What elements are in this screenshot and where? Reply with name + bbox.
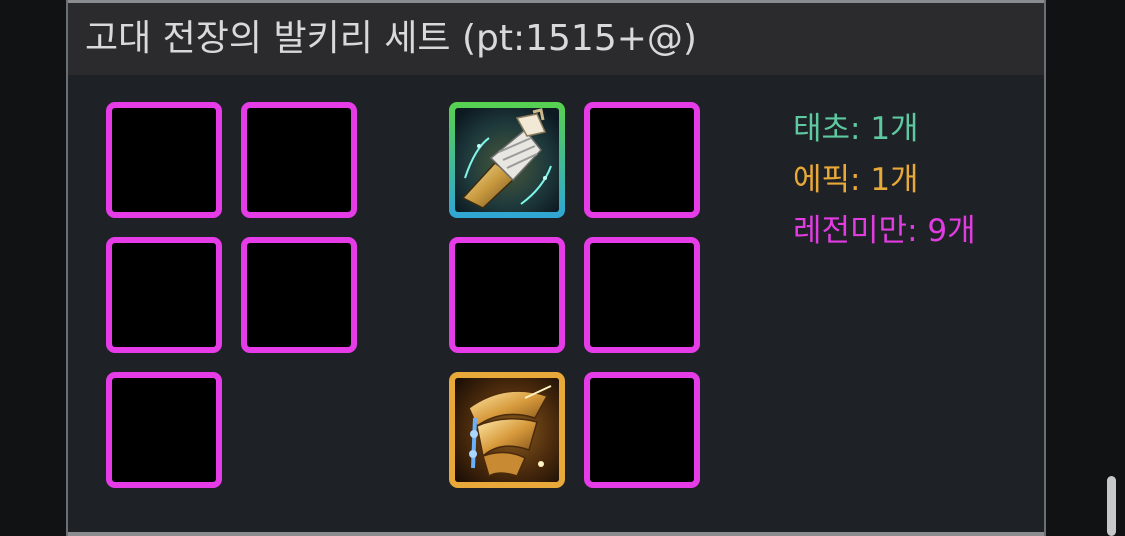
equipment-slot-taecho[interactable] [449, 102, 565, 218]
set-title: 고대 전장의 발키리 세트 (pt:1515+@) [85, 18, 697, 59]
panel-header: 고대 전장의 발키리 세트 (pt:1515+@) [68, 3, 1044, 75]
equipment-slot-empty[interactable] [584, 372, 700, 488]
equipment-slot-empty[interactable] [449, 237, 565, 353]
scrollbar-thumb[interactable] [1107, 476, 1116, 536]
equipment-slot-empty[interactable] [106, 102, 222, 218]
equipment-slot-empty[interactable] [241, 102, 357, 218]
taecho-count: 태초: 1개 [793, 111, 919, 147]
grade-summary: 태초: 1개 에픽: 1개 레전미만: 9개 [793, 104, 976, 257]
equipment-slot-empty[interactable] [106, 372, 222, 488]
shoulder-armor-icon [455, 378, 559, 482]
set-panel: 고대 전장의 발키리 세트 (pt:1515+@) 태초: 1개 에픽: 1개 … [66, 0, 1046, 536]
equipment-slot-empty[interactable] [241, 237, 357, 353]
under-legend-count: 레전미만: 9개 [793, 213, 976, 249]
panel-bottom-border [68, 532, 1044, 536]
epic-count: 에픽: 1개 [793, 162, 919, 198]
gauntlet-icon [455, 108, 559, 212]
equipment-slot-empty[interactable] [584, 102, 700, 218]
equipment-slot-epic[interactable] [449, 372, 565, 488]
equipment-slot-empty[interactable] [584, 237, 700, 353]
equipment-slot-empty[interactable] [106, 237, 222, 353]
